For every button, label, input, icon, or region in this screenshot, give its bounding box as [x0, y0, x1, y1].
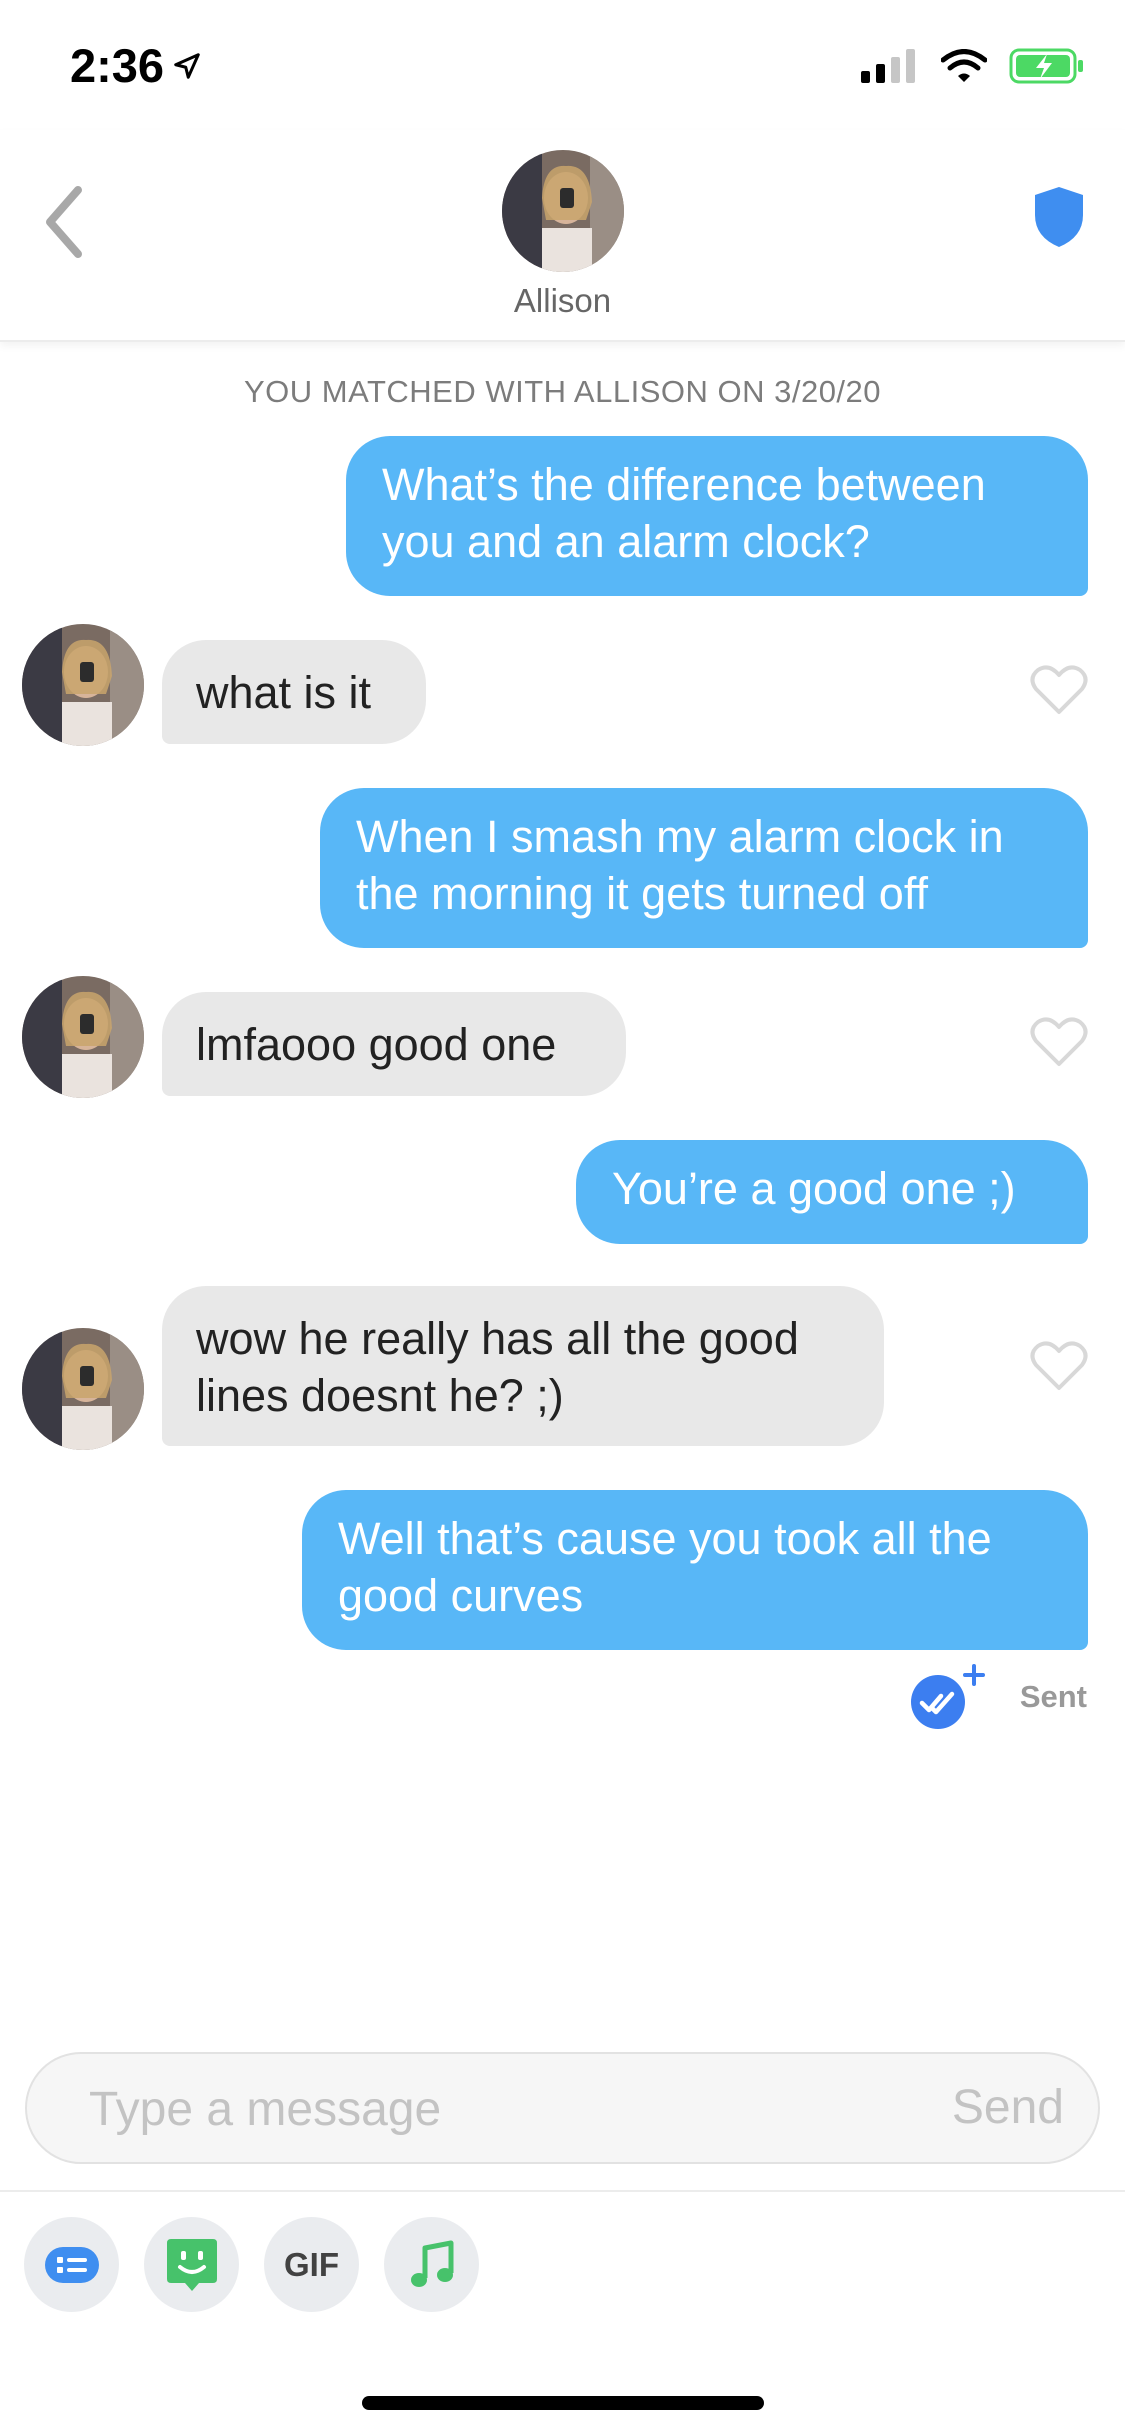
status-time-text: 2:36: [70, 39, 165, 92]
read-receipt: Sent: [910, 1664, 1087, 1730]
contact-avatar[interactable]: [22, 976, 144, 1098]
message-outgoing[interactable]: You’re a good one ;): [576, 1140, 1088, 1244]
music-icon: [410, 2240, 453, 2287]
home-indicator[interactable]: [362, 2396, 764, 2410]
gif-button[interactable]: GIF: [264, 2217, 359, 2312]
like-button[interactable]: [1030, 664, 1088, 721]
read-receipt-icon[interactable]: [910, 1664, 990, 1730]
message-outgoing[interactable]: Well that’s cause you took all the good …: [302, 1490, 1088, 1650]
match-notice: YOU MATCHED WITH ALLISON ON 3/20/20: [243, 374, 882, 409]
location-arrow-icon: [174, 52, 200, 79]
contact-avatar[interactable]: [22, 1328, 144, 1450]
message-incoming[interactable]: wow he really has all the good lines doe…: [162, 1286, 884, 1446]
contact-avatar[interactable]: [22, 624, 144, 746]
header-name: Allison: [513, 282, 612, 319]
heart-icon: [1030, 665, 1088, 714]
heart-icon: [1030, 1341, 1088, 1390]
message-outgoing[interactable]: What’s the difference between you and an…: [346, 436, 1088, 596]
chat-icon: [44, 2246, 99, 2283]
like-button[interactable]: [1030, 1340, 1088, 1397]
header-avatar[interactable]: [502, 150, 624, 272]
gif-label: GIF: [284, 2245, 339, 2283]
signal-icon: [861, 49, 915, 83]
message-incoming[interactable]: lmfaooo good one: [162, 992, 626, 1096]
like-button[interactable]: [1030, 1016, 1088, 1073]
chat-header: Allison: [0, 130, 1125, 342]
message-composer: Send: [25, 2052, 1100, 2164]
quick-reply-button[interactable]: [24, 2217, 119, 2312]
message-input[interactable]: [87, 2054, 891, 2164]
back-button[interactable]: [38, 182, 88, 267]
sticker-icon: [166, 2238, 217, 2291]
sticker-button[interactable]: [144, 2217, 239, 2312]
safety-button[interactable]: [1033, 185, 1085, 254]
heart-icon: [1030, 1017, 1088, 1066]
send-button[interactable]: Send: [952, 2080, 1064, 2135]
music-button[interactable]: [384, 2217, 479, 2312]
back-chevron-icon: [46, 186, 82, 258]
wifi-icon: [941, 49, 987, 82]
status-bar: 2:36: [0, 0, 1125, 130]
toolbar-divider: [0, 2190, 1125, 2192]
status-time: 2:36: [70, 38, 202, 93]
battery-icon: [1009, 48, 1083, 84]
message-incoming[interactable]: what is it: [162, 640, 426, 744]
message-outgoing[interactable]: When I smash my alarm clock in the morni…: [320, 788, 1088, 948]
sent-status: Sent: [1019, 1679, 1087, 1714]
shield-icon: [1035, 187, 1083, 247]
